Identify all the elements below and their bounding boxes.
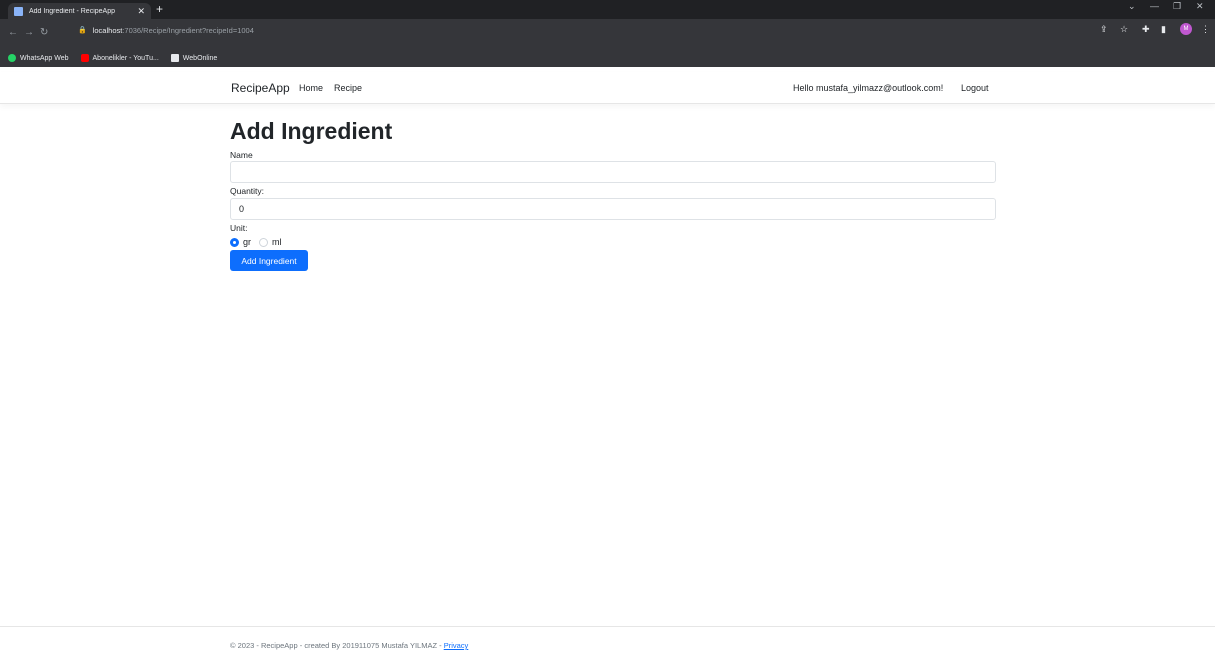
user-greeting[interactable]: Hello mustafa_yilmazz@outlook.com!: [793, 83, 943, 93]
name-input[interactable]: [230, 161, 996, 183]
unit-option-label: gr: [243, 237, 252, 247]
bookmark-webonline[interactable]: WebOnline: [170, 54, 218, 62]
forward-icon[interactable]: →: [24, 27, 34, 38]
nav-home[interactable]: Home: [299, 83, 323, 93]
nav-recipe[interactable]: Recipe: [334, 83, 362, 93]
bookmark-youtube[interactable]: Abonelikler - YouTu...: [80, 54, 159, 62]
side-panel-icon[interactable]: ▮: [1161, 24, 1166, 35]
close-window-icon[interactable]: ✕: [1196, 1, 1204, 12]
profile-avatar[interactable]: M: [1180, 23, 1192, 35]
share-icon[interactable]: ⇪: [1100, 24, 1108, 35]
menu-icon[interactable]: ⋮: [1201, 24, 1210, 35]
unit-option-label: ml: [272, 237, 282, 247]
webonline-icon: [170, 54, 179, 62]
whatsapp-icon: [8, 54, 16, 62]
reload-icon[interactable]: ↻: [40, 27, 48, 38]
app-navbar: RecipeApp Home Recipe Hello mustafa_yilm…: [0, 72, 1215, 104]
logout-button[interactable]: Logout: [961, 83, 989, 93]
star-icon[interactable]: ☆: [1120, 24, 1128, 35]
new-tab-icon[interactable]: +: [156, 2, 163, 16]
bookmark-whatsapp[interactable]: WhatsApp Web: [8, 54, 69, 62]
bookmark-label: WhatsApp Web: [20, 54, 69, 62]
browser-tab-bar: Add Ingredient - RecipeApp ✕ + ⌄ — ❐ ✕: [0, 0, 1215, 19]
address-bar[interactable]: 🔒 localhost :7036/Recipe/Ingredient?reci…: [70, 23, 1080, 37]
page-icon: [14, 6, 23, 16]
bookmarks-bar: WhatsApp Web Abonelikler - YouTu... WebO…: [0, 49, 1215, 67]
back-icon[interactable]: ←: [8, 27, 18, 38]
brand-link[interactable]: RecipeApp: [231, 81, 290, 95]
unit-label: Unit:: [230, 223, 248, 233]
restore-icon[interactable]: ❐: [1173, 1, 1181, 12]
extensions-icon[interactable]: ✚: [1142, 24, 1150, 35]
add-ingredient-button[interactable]: Add Ingredient: [230, 250, 308, 271]
unit-radio-group: gr ml: [230, 237, 282, 247]
unit-radio-ml[interactable]: [259, 237, 269, 247]
close-tab-icon[interactable]: ✕: [137, 6, 145, 17]
page-title: Add Ingredient: [230, 118, 393, 144]
privacy-link[interactable]: Privacy: [444, 641, 469, 650]
minimize-icon[interactable]: —: [1150, 1, 1159, 11]
quantity-input[interactable]: [230, 198, 996, 220]
bookmark-label: WebOnline: [182, 54, 218, 62]
bookmark-label: Abonelikler - YouTu...: [92, 54, 159, 62]
browser-tab[interactable]: Add Ingredient - RecipeApp ✕: [8, 3, 151, 19]
browser-toolbar: ← → ↻ 🔒 localhost :7036/Recipe/Ingredien…: [0, 19, 1215, 49]
url-path: :7036/Recipe/Ingredient?recipeId=1004: [122, 25, 254, 35]
tab-title: Add Ingredient - RecipeApp: [29, 7, 115, 15]
footer-text: © 2023 - RecipeApp - created By 20191107…: [230, 641, 468, 650]
quantity-label: Quantity:: [230, 186, 265, 196]
chevron-down-icon[interactable]: ⌄: [1128, 1, 1136, 12]
youtube-icon: [80, 54, 89, 62]
page-footer: © 2023 - RecipeApp - created By 20191107…: [0, 626, 1215, 650]
footer-copyright: © 2023 - RecipeApp - created By 20191107…: [230, 641, 444, 650]
lock-icon: 🔒: [78, 27, 87, 34]
unit-radio-gr[interactable]: [230, 237, 239, 247]
name-label: Name: [230, 150, 253, 160]
url-host: localhost: [92, 25, 123, 35]
